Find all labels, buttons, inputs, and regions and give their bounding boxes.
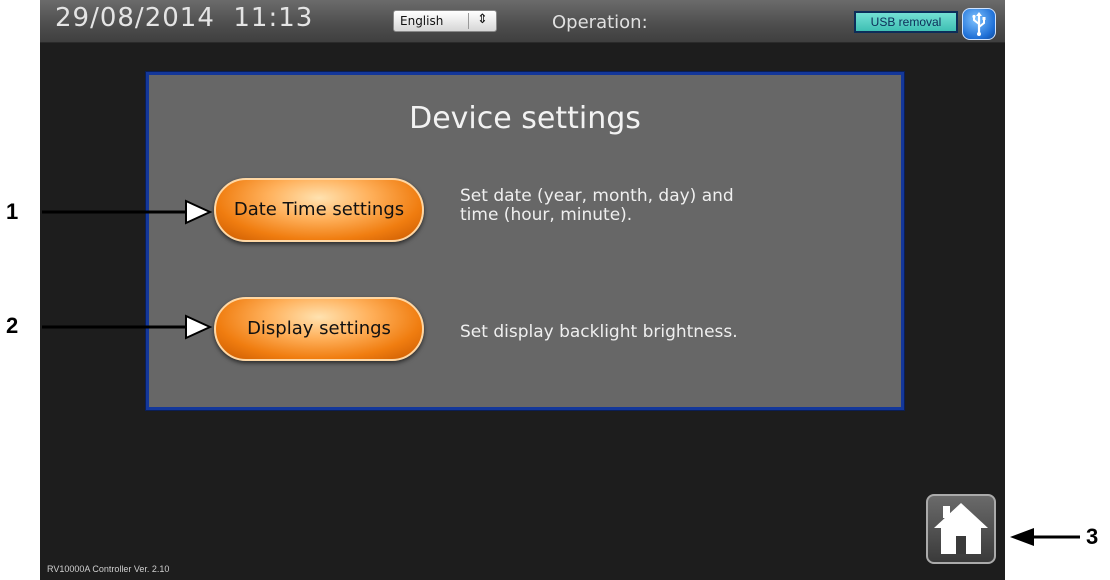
callout-1: 1	[6, 199, 19, 224]
callout-2: 2	[6, 313, 19, 338]
callout-arrows	[42, 199, 1080, 546]
callout-3: 3	[1086, 524, 1099, 549]
